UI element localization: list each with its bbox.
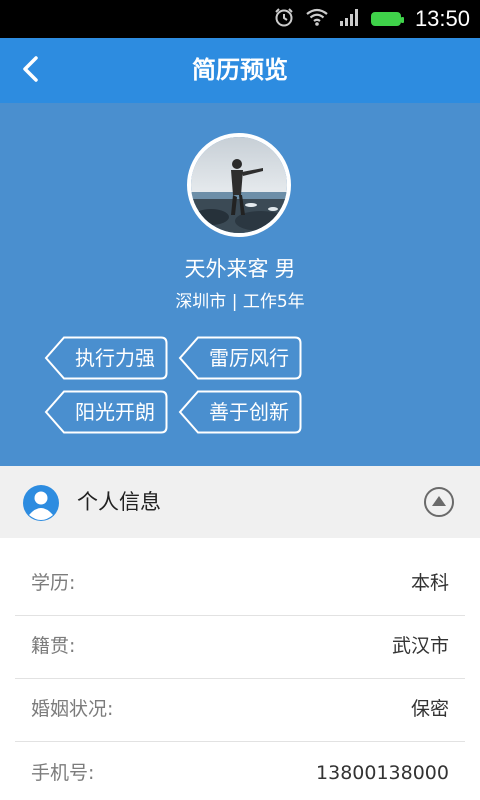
- avatar[interactable]: [187, 133, 291, 237]
- tag-item: 善于创新: [178, 390, 302, 434]
- info-row-hometown: 籍贯: 武汉市: [15, 616, 465, 679]
- info-row-phone: 手机号: 13800138000: [15, 742, 465, 800]
- personal-info-list: 学历: 本科 籍贯: 武汉市 婚姻状况: 保密 手机号: 13800138000: [15, 538, 465, 800]
- user-name: 天外来客: [184, 257, 269, 281]
- info-label: 婚姻状况:: [31, 698, 114, 720]
- alarm-icon: [273, 6, 295, 32]
- user-name-line: 天外来客男: [0, 253, 480, 283]
- info-value: 13800138000: [316, 762, 449, 784]
- profile-header: 天外来客男 深圳市 | 工作5年 执行力强 雷厉风行 阳光开朗 善于创新: [0, 103, 480, 466]
- status-icons: 13:50: [273, 0, 470, 38]
- info-row-marital-status: 婚姻状况: 保密: [15, 679, 465, 742]
- info-label: 学历:: [31, 572, 76, 594]
- info-value: 保密: [410, 698, 449, 720]
- signal-icon: [339, 7, 361, 31]
- tag-item: 雷厉风行: [178, 336, 302, 380]
- tag-label: 雷厉风行: [209, 346, 289, 370]
- tag-item: 执行力强: [44, 336, 168, 380]
- tag-label: 阳光开朗: [75, 400, 155, 424]
- title-bar: 简历预览: [0, 38, 480, 103]
- tag-label: 执行力强: [75, 346, 155, 370]
- info-value: 武汉市: [391, 635, 449, 657]
- person-icon: [22, 484, 60, 522]
- wifi-icon: [305, 7, 329, 31]
- tag-label: 善于创新: [209, 400, 289, 424]
- user-gender: 男: [274, 257, 296, 281]
- personal-info-section-header[interactable]: 个人信息: [0, 466, 480, 538]
- page-title: 简历预览: [192, 56, 288, 84]
- info-label: 籍贯:: [31, 635, 76, 657]
- info-label: 手机号:: [31, 762, 95, 784]
- info-value: 本科: [410, 572, 449, 594]
- status-time: 13:50: [414, 6, 470, 31]
- user-city-experience: 深圳市 | 工作5年: [175, 292, 305, 312]
- tag-item: 阳光开朗: [44, 390, 168, 434]
- status-bar: 13:50: [0, 0, 480, 38]
- section-title: 个人信息: [77, 490, 161, 514]
- collapse-up-icon[interactable]: [423, 486, 455, 518]
- info-row-education: 学历: 本科: [15, 538, 465, 616]
- battery-icon: [370, 12, 404, 26]
